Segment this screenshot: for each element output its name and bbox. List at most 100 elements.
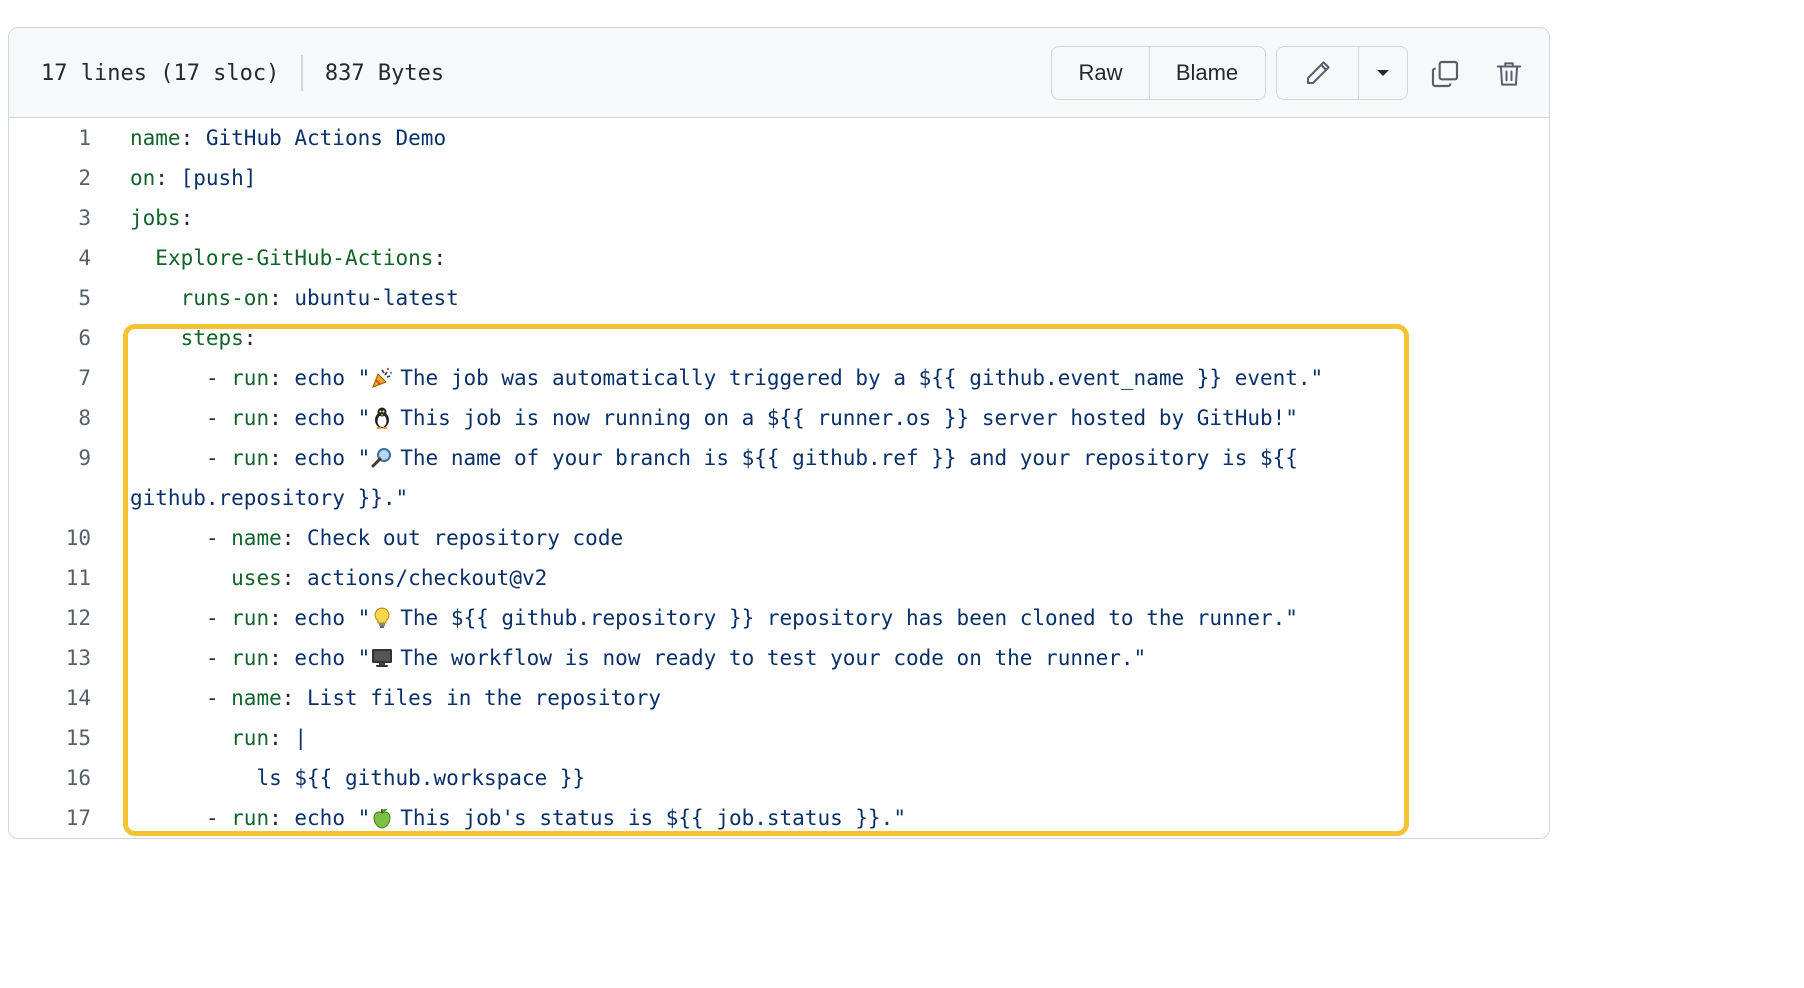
line-code: runs-on: ubuntu-latest [180, 286, 459, 310]
yaml-value: [push] [180, 166, 257, 190]
yaml-value: The ${{ github.repository }} repository … [400, 606, 1298, 630]
edit-button-group [1276, 46, 1408, 100]
code-line: 17 - run: echo " This job's status is ${{… [9, 798, 1549, 838]
yaml-key: run [231, 646, 270, 670]
green-apple-icon [370, 803, 394, 829]
yaml-value: List files in the repository [307, 686, 662, 710]
yaml-key: run [231, 606, 270, 630]
edit-dropdown-button[interactable] [1358, 47, 1407, 99]
code-line: 13 - run: echo " The workflow is now read… [9, 638, 1549, 678]
yaml-key: name [231, 686, 282, 710]
yaml-key: run [231, 726, 270, 750]
file-viewer: 17 lines (17 sloc) 837 Bytes Raw Blame 1… [8, 27, 1550, 839]
penguin-icon [370, 403, 394, 429]
line-number[interactable]: 14 [9, 678, 91, 718]
code-line: github.repository }}." [9, 478, 1549, 518]
triangle-down-icon [1377, 70, 1389, 76]
line-number[interactable]: 3 [9, 198, 91, 238]
code-line: 1 name: GitHub Actions Demo [9, 118, 1549, 158]
yaml-value: This job's status is ${{ job.status }}." [400, 806, 906, 830]
line-number[interactable]: 8 [9, 398, 91, 438]
party-popper-icon [370, 363, 394, 389]
yaml-value: The name of your branch is ${{ github.re… [400, 446, 1298, 470]
line-code: - run: echo " This job's status is ${{ jo… [130, 798, 906, 838]
line-code: - run: echo " The ${{ github.repository }… [130, 598, 1298, 638]
blame-button[interactable]: Blame [1149, 47, 1264, 99]
computer-icon [370, 643, 394, 669]
line-code: - run: echo " The workflow is now ready t… [130, 638, 1146, 678]
line-number[interactable]: 11 [9, 558, 91, 598]
line-code: steps: [180, 326, 257, 350]
line-count: 17 lines (17 sloc) [41, 60, 280, 86]
copy-button[interactable] [1425, 54, 1465, 94]
line-code: - name: Check out repository code [130, 526, 624, 550]
code-line: 11 uses: actions/checkout@v2 [9, 558, 1549, 598]
code-line: 12 - run: echo " The ${{ github.repositor… [9, 598, 1549, 638]
yaml-key: Explore-GitHub-Actions [155, 246, 434, 270]
line-number[interactable]: 12 [9, 598, 91, 638]
line-code: ls ${{ github.workspace }} [130, 758, 585, 798]
yaml-value: ubuntu-latest [294, 286, 459, 310]
trash-icon [1496, 62, 1522, 86]
yaml-value: github.repository }}." [130, 486, 409, 510]
yaml-value: The job was automatically triggered by a… [400, 366, 1324, 390]
code-line: 14 - name: List files in the repository [9, 678, 1549, 718]
code-line: 16 ls ${{ github.workspace }} [9, 758, 1549, 798]
yaml-value: ls ${{ github.workspace }} [256, 766, 586, 790]
line-number[interactable]: 10 [9, 518, 91, 558]
yaml-key: jobs [130, 206, 181, 230]
line-code: jobs: [130, 206, 194, 230]
file-size: 837 Bytes [324, 60, 445, 86]
code-area: 1 name: GitHub Actions Demo 2 on: [push] 3 jo… [9, 118, 1549, 838]
line-number[interactable]: 9 [9, 438, 91, 478]
code-line: 5 runs-on: ubuntu-latest [9, 278, 1549, 318]
yaml-key: steps [180, 326, 244, 350]
raw-button[interactable]: Raw [1052, 47, 1149, 99]
line-code: - run: echo " The job was automatically t… [130, 358, 1323, 398]
file-header: 17 lines (17 sloc) 837 Bytes Raw Blame [9, 28, 1549, 118]
code-line: 8 - run: echo " This job is now running o… [9, 398, 1549, 438]
code-line: 6 steps: [9, 318, 1549, 358]
line-code: - run: echo " This job is now running on … [130, 398, 1298, 438]
edit-button[interactable] [1277, 47, 1358, 99]
light-bulb-icon [370, 603, 394, 629]
line-code: - run: echo " The name of your branch is … [130, 438, 1298, 478]
yaml-key: name [130, 126, 181, 150]
code-line: 10 - name: Check out repository code [9, 518, 1549, 558]
line-code: name: GitHub Actions Demo [130, 126, 447, 150]
yaml-key: name [231, 526, 282, 550]
line-number[interactable]: 13 [9, 638, 91, 678]
code-line: 4 Explore-GitHub-Actions: [9, 238, 1549, 278]
line-code: run: | [231, 726, 308, 750]
line-number[interactable]: 15 [9, 718, 91, 758]
yaml-value: The workflow is now ready to test your c… [400, 646, 1147, 670]
magnifying-glass-icon [370, 443, 394, 469]
line-code: - name: List files in the repository [130, 686, 662, 710]
line-number[interactable]: 5 [9, 278, 91, 318]
yaml-value: GitHub Actions Demo [205, 126, 447, 150]
line-number[interactable]: 16 [9, 758, 91, 798]
line-number[interactable]: 6 [9, 318, 91, 358]
yaml-key: on [130, 166, 156, 190]
yaml-key: uses [231, 566, 282, 590]
line-code: Explore-GitHub-Actions: [155, 246, 447, 270]
yaml-key: run [231, 406, 270, 430]
line-number[interactable]: 7 [9, 358, 91, 398]
code-line: 2 on: [push] [9, 158, 1549, 198]
yaml-key: run [231, 366, 270, 390]
code-line: 15 run: | [9, 718, 1549, 758]
code-line: 7 - run: echo " The job was automatically… [9, 358, 1549, 398]
delete-button[interactable] [1489, 54, 1529, 94]
line-code: on: [push] [130, 166, 257, 190]
copy-icon [1431, 60, 1459, 88]
line-number[interactable]: 1 [9, 118, 91, 158]
line-number[interactable]: 4 [9, 238, 91, 278]
line-code: uses: actions/checkout@v2 [231, 566, 548, 590]
line-number[interactable]: 17 [9, 798, 91, 838]
code-line: 3 jobs: [9, 198, 1549, 238]
yaml-value: actions/checkout@v2 [307, 566, 548, 590]
yaml-value: This job is now running on a ${{ runner.… [400, 406, 1298, 430]
yaml-key: runs-on [180, 286, 270, 310]
line-number[interactable]: 2 [9, 158, 91, 198]
file-info: 17 lines (17 sloc) 837 Bytes [41, 28, 444, 118]
